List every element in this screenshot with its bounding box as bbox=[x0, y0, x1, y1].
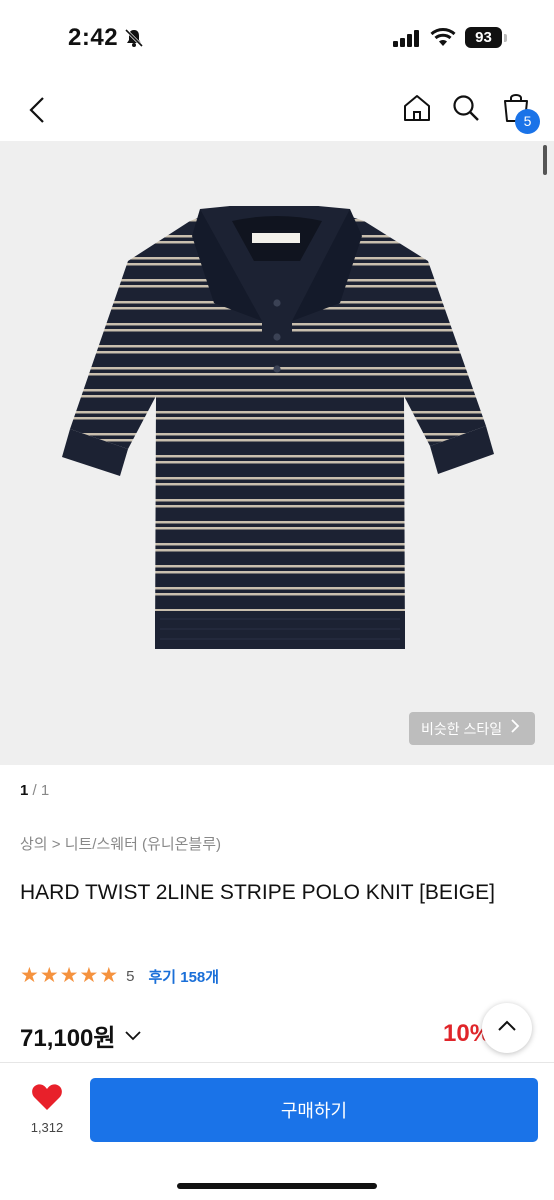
product-image[interactable]: 비슷한 스타일 bbox=[0, 141, 554, 765]
price-row: 71,100원 bbox=[20, 1018, 142, 1053]
back-icon[interactable] bbox=[24, 94, 54, 126]
status-time: 2:42 bbox=[68, 24, 119, 51]
like-button[interactable]: 1,312 bbox=[22, 1083, 72, 1135]
app-header bbox=[0, 80, 554, 140]
image-pagination: 1 / 1 bbox=[20, 782, 49, 799]
battery-tip bbox=[504, 34, 507, 42]
search-icon[interactable] bbox=[451, 93, 481, 128]
buy-button[interactable]: 구매하기 bbox=[90, 1078, 538, 1142]
rating-value: 5 bbox=[126, 967, 135, 985]
review-count-link[interactable]: 후기 158개 bbox=[148, 966, 219, 987]
heart-icon bbox=[31, 1084, 63, 1115]
like-count: 1,312 bbox=[30, 1120, 64, 1135]
chevron-right-icon bbox=[510, 719, 520, 738]
polo-knit-image bbox=[62, 206, 494, 649]
wifi-icon bbox=[430, 27, 456, 52]
battery-indicator: 93 bbox=[465, 27, 502, 48]
home-icon[interactable] bbox=[402, 93, 432, 128]
bottom-action-bar: 1,312 구매하기 bbox=[0, 1062, 554, 1200]
pagination-separator: / bbox=[28, 782, 41, 799]
rating-row: ★ ★ ★ ★ ★ 5 후기 158개 bbox=[20, 964, 219, 988]
cellular-signal-icon bbox=[393, 30, 421, 52]
star-icon: ★ bbox=[20, 964, 39, 987]
star-icon: ★ bbox=[79, 964, 99, 987]
pagination-total: 1 bbox=[40, 782, 50, 799]
scroll-to-top-button[interactable] bbox=[482, 1003, 532, 1053]
status-bar: 2:42 93 bbox=[0, 0, 554, 70]
home-indicator bbox=[177, 1183, 377, 1189]
breadcrumb[interactable]: 상의 > 니트/스웨터 (유니온블루) bbox=[20, 833, 221, 854]
chevron-up-icon bbox=[497, 1019, 517, 1037]
similar-style-button[interactable]: 비슷한 스타일 bbox=[409, 712, 535, 745]
price: 71,100원 bbox=[20, 1025, 116, 1052]
star-icon: ★ bbox=[39, 964, 59, 987]
product-title: HARD TWIST 2LINE STRIPE POLO KNIT [BEIGE… bbox=[20, 881, 495, 904]
cart-count-badge[interactable]: 5 bbox=[515, 109, 540, 134]
star-icon: ★ bbox=[99, 964, 119, 987]
chevron-down-icon[interactable] bbox=[124, 1029, 142, 1047]
rating-stars: ★ ★ ★ ★ ★ bbox=[20, 965, 118, 987]
bell-muted-icon bbox=[124, 28, 144, 53]
star-icon: ★ bbox=[59, 964, 79, 987]
similar-style-label: 비슷한 스타일 bbox=[421, 720, 503, 737]
image-scroll-indicator bbox=[543, 145, 547, 175]
